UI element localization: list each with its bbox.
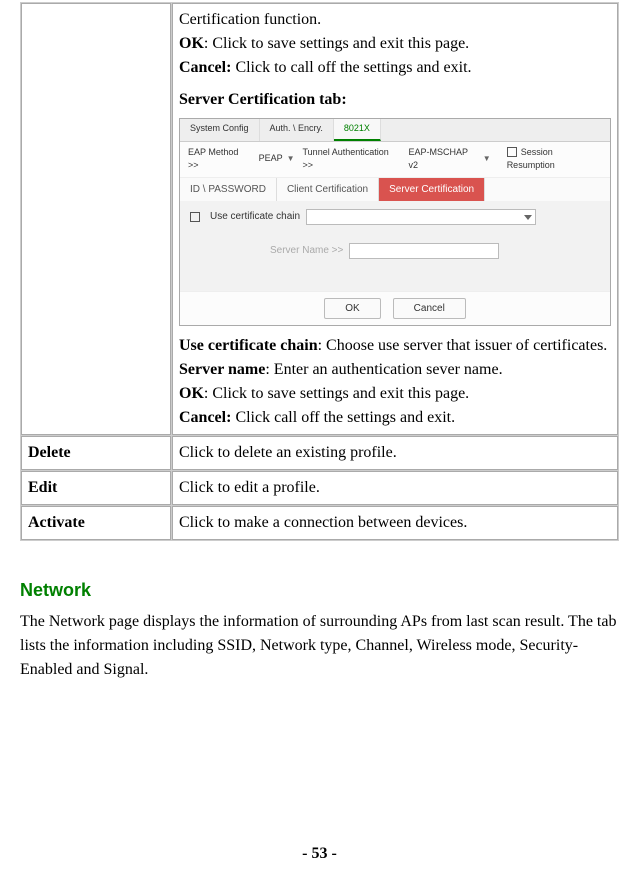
ss-session-resumption-wrap[interactable]: Session Resumption — [507, 146, 602, 173]
ok-label: OK — [179, 35, 204, 52]
server-cert-tab-heading: Server Certification tab: — [179, 88, 611, 112]
cancel-text: Click to call off the settings and exit. — [231, 59, 471, 76]
ss-server-name-row: Server Name >> — [270, 243, 600, 259]
cancel2-line: Cancel: Click call off the settings and … — [179, 406, 611, 430]
delete-desc: Click to delete an existing profile. — [172, 436, 618, 470]
ss-subtab-server-cert[interactable]: Server Certification — [379, 178, 485, 201]
chevron-down-icon: ▼ — [483, 153, 491, 165]
ss-tunnel-auth-value: EAP-MSCHAP v2 — [408, 146, 478, 173]
activate-label: Activate — [21, 506, 171, 540]
table-row: Edit Click to edit a profile. — [21, 471, 618, 505]
ss-server-name-label: Server Name >> — [270, 243, 343, 258]
ss-tunnel-auth-label: Tunnel Authentication >> — [303, 146, 401, 173]
cancel2-text: Click call off the settings and exit. — [231, 409, 455, 426]
cancel-label: Cancel: — [179, 59, 231, 76]
ss-eap-method-dropdown[interactable]: PEAP ▼ — [259, 152, 295, 166]
server-name-text: : Enter an authentication sever name. — [265, 361, 502, 378]
ok-text: : Click to save settings and exit this p… — [204, 35, 469, 52]
ok2-text: : Click to save settings and exit this p… — [204, 385, 469, 402]
edit-desc: Click to edit a profile. — [172, 471, 618, 505]
ss-subtab-client-cert[interactable]: Client Certification — [277, 178, 379, 201]
ok2-label: OK — [179, 385, 204, 402]
row-cert-left — [21, 3, 171, 435]
ss-use-cert-chain-row: Use certificate chain — [190, 209, 600, 225]
ok2-line: OK: Click to save settings and exit this… — [179, 382, 611, 406]
use-cert-chain-line: Use certificate chain: Choose use server… — [179, 334, 611, 358]
ok-line: OK: Click to save settings and exit this… — [179, 32, 611, 56]
ss-top-tabs: System Config Auth. \ Encry. 8021X — [180, 119, 610, 142]
cancel2-label: Cancel: — [179, 409, 231, 426]
cert-function-line: Certification function. — [179, 8, 611, 32]
ss-button-row: OK Cancel — [180, 291, 610, 325]
checkbox-icon — [507, 147, 517, 157]
ss-cancel-button[interactable]: Cancel — [393, 298, 466, 319]
ss-server-name-input[interactable] — [349, 243, 499, 259]
use-cert-chain-text: : Choose use server that issuer of certi… — [318, 337, 608, 354]
checkbox-icon[interactable] — [190, 212, 200, 222]
row-cert-right: Certification function. OK: Click to sav… — [172, 3, 618, 435]
chevron-down-icon: ▼ — [287, 153, 295, 165]
page-number: - 53 - — [0, 842, 639, 866]
ss-eap-row: EAP Method >> PEAP ▼ Tunnel Authenticatio… — [180, 142, 610, 178]
ss-cert-combobox[interactable] — [306, 209, 536, 225]
table-row: Delete Click to delete an existing profi… — [21, 436, 618, 470]
server-name-line: Server name: Enter an authentication sev… — [179, 358, 611, 382]
network-paragraph: The Network page displays the informatio… — [20, 610, 619, 682]
ss-tab-system-config[interactable]: System Config — [180, 119, 260, 141]
server-name-label: Server name — [179, 361, 265, 378]
ss-eap-method-value: PEAP — [259, 152, 283, 166]
ss-tunnel-auth-dropdown[interactable]: EAP-MSCHAP v2 ▼ — [408, 146, 490, 173]
ss-sub-tabs: ID \ PASSWORD Client Certification Serve… — [180, 178, 610, 201]
ss-tab-auth-encry[interactable]: Auth. \ Encry. — [260, 119, 334, 141]
server-cert-screenshot: System Config Auth. \ Encry. 8021X EAP M… — [179, 118, 611, 326]
feature-table: Certification function. OK: Click to sav… — [20, 2, 619, 541]
edit-label: Edit — [21, 471, 171, 505]
ss-subtab-id-password[interactable]: ID \ PASSWORD — [180, 178, 277, 201]
ss-use-cert-chain-label: Use certificate chain — [210, 209, 300, 224]
delete-label: Delete — [21, 436, 171, 470]
ss-tab-8021x[interactable]: 8021X — [334, 119, 381, 141]
table-row: Activate Click to make a connection betw… — [21, 506, 618, 540]
activate-desc: Click to make a connection between devic… — [172, 506, 618, 540]
use-cert-chain-label: Use certificate chain — [179, 337, 318, 354]
ss-eap-method-label: EAP Method >> — [188, 146, 251, 173]
ss-ok-button[interactable]: OK — [324, 298, 380, 319]
cancel-line: Cancel: Click to call off the settings a… — [179, 56, 611, 80]
network-heading: Network — [20, 577, 619, 604]
ss-content-area: Use certificate chain Server Name >> — [180, 201, 610, 291]
